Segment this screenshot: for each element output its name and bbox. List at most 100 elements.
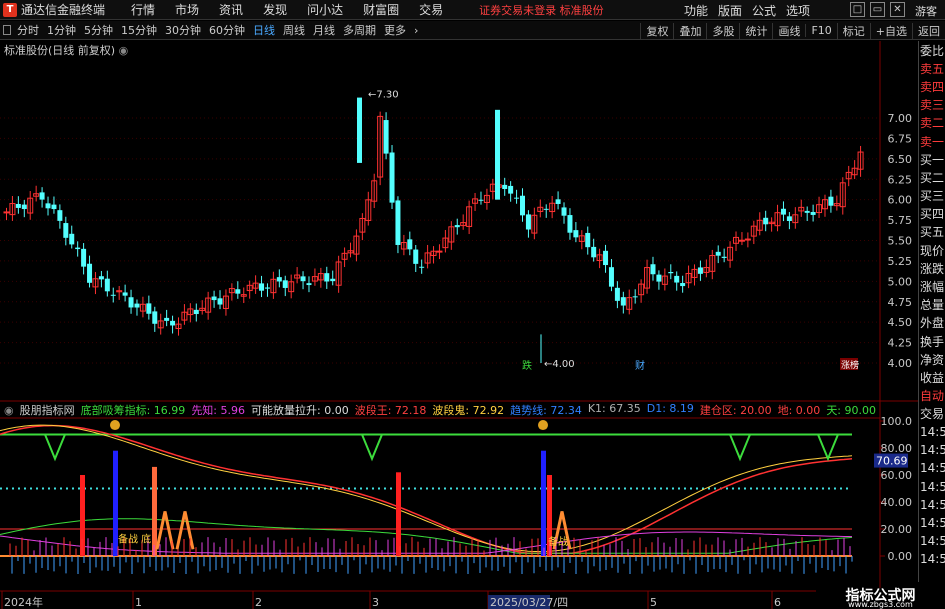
sidebar-item[interactable]: 14:56	[919, 514, 945, 532]
sidebar-item[interactable]: 14:56	[919, 550, 945, 568]
sidebar-item[interactable]: 收益	[919, 368, 945, 386]
minimize-window-icon[interactable]: ▭	[870, 2, 885, 17]
period-timeshare[interactable]: 分时	[13, 22, 43, 38]
candle-body	[738, 239, 745, 242]
menu-discover[interactable]: 发现	[253, 1, 297, 18]
sidebar-item[interactable]: 14:56	[919, 532, 945, 550]
price-tick-label: 6.25	[888, 173, 913, 186]
candle-body	[436, 250, 443, 253]
back-button[interactable]: 返回	[912, 22, 945, 39]
menu-options[interactable]: 选项	[781, 2, 815, 19]
indicator-name[interactable]: 股朋指标网	[20, 402, 75, 418]
sidebar-item[interactable]: 外盘	[919, 314, 945, 332]
sidebar-item[interactable]: 净资	[919, 350, 945, 368]
sidebar-item[interactable]: 卖五	[919, 59, 945, 77]
restore-window-icon[interactable]: □	[850, 2, 865, 17]
f10-button[interactable]: F10	[805, 24, 836, 37]
sidebar-item[interactable]: 买三	[919, 187, 945, 205]
mark-button[interactable]: 标记	[836, 22, 870, 39]
candle-body	[81, 248, 87, 267]
overlay-button[interactable]: 叠加	[673, 22, 706, 39]
period-monthly[interactable]: 月线	[309, 22, 339, 38]
candle-body	[656, 274, 662, 282]
menu-formula[interactable]: 公式	[747, 2, 781, 19]
menu-market[interactable]: 市场	[165, 1, 209, 18]
sidebar-item[interactable]: 总量	[919, 296, 945, 314]
candle-body	[555, 199, 561, 204]
draw-line-button[interactable]: 画线	[772, 22, 805, 39]
guest-user[interactable]: 游客	[915, 3, 937, 19]
candle-body	[146, 303, 152, 314]
candle-body	[508, 185, 514, 194]
candle-body	[211, 296, 217, 301]
sidebar-item[interactable]: 涨幅	[919, 277, 945, 295]
sidebar-item[interactable]: 自动	[919, 387, 945, 405]
menu-quotes[interactable]: 行情	[121, 1, 165, 18]
sidebar-item[interactable]: 卖二	[919, 114, 945, 132]
chart-title-text: 标准股份(日线 前复权)	[4, 44, 116, 57]
date-label: 5	[650, 596, 657, 609]
login-notice[interactable]: 证券交易未登录 标准股份	[479, 2, 604, 18]
sidebar-item[interactable]: 现价	[919, 241, 945, 259]
candle-body	[39, 192, 45, 200]
menu-layout[interactable]: 版面	[713, 2, 747, 19]
price-tick-label: 4.25	[888, 337, 913, 350]
period-30min[interactable]: 30分钟	[161, 22, 205, 38]
menu-trade[interactable]: 交易	[409, 1, 453, 18]
marker-finance: 财	[635, 359, 645, 372]
sidebar-item[interactable]: 换手	[919, 332, 945, 350]
sidebar-item[interactable]: 14:56	[919, 478, 945, 496]
sidebar-item[interactable]: 买四	[919, 205, 945, 223]
sidebar-item[interactable]: 14:56	[919, 459, 945, 477]
panel-toggle-icon[interactable]	[3, 25, 11, 35]
period-weekly[interactable]: 周线	[279, 22, 309, 38]
candle-body	[525, 214, 531, 230]
period-1min[interactable]: 1分钟	[43, 22, 80, 38]
stats-button[interactable]: 统计	[739, 22, 772, 39]
date-label: 2024年	[4, 595, 43, 609]
adjust-button[interactable]: 复权	[640, 22, 673, 39]
sidebar-item[interactable]: 委比	[919, 41, 945, 59]
sidebar-item[interactable]: 卖三	[919, 96, 945, 114]
sidebar-item[interactable]: 买五	[919, 223, 945, 241]
sidebar-item[interactable]: 14:56	[919, 496, 945, 514]
sidebar-item[interactable]: 买二	[919, 168, 945, 186]
menu-wealth[interactable]: 财富圈	[353, 1, 409, 18]
sidebar-item[interactable]: 买一	[919, 150, 945, 168]
indicator-value-0: 底部吸筹指标: 16.99	[80, 404, 186, 417]
period-15min[interactable]: 15分钟	[117, 22, 161, 38]
settings-circle-icon[interactable]: ◉	[119, 44, 129, 57]
candle-body	[543, 208, 549, 210]
menu-news[interactable]: 资讯	[209, 1, 253, 18]
ind-tick-label: 20.00	[881, 523, 913, 536]
low-price-label: ←4.00	[544, 359, 575, 370]
candle-body	[561, 207, 567, 216]
candle-body	[264, 287, 270, 289]
indicator-toggle-icon[interactable]: ◉	[4, 404, 14, 417]
chevron-right-icon[interactable]: ›	[410, 24, 422, 37]
sidebar-item[interactable]: 14:56	[919, 423, 945, 441]
candle-body	[15, 203, 21, 208]
candle-body	[75, 247, 81, 250]
sky-dip	[361, 434, 383, 462]
sidebar-item[interactable]: 交易	[919, 405, 945, 423]
menu-function[interactable]: 功能	[679, 2, 713, 19]
multi-stock-button[interactable]: 多股	[706, 22, 739, 39]
period-5min[interactable]: 5分钟	[80, 22, 117, 38]
add-watchlist-button[interactable]: +自选	[869, 22, 912, 39]
candle-body	[395, 200, 401, 245]
sidebar-item[interactable]: 卖四	[919, 77, 945, 95]
period-daily[interactable]: 日线	[249, 22, 279, 38]
close-window-icon[interactable]: ✕	[890, 2, 905, 17]
sidebar-item[interactable]: 涨跌	[919, 259, 945, 277]
period-more[interactable]: 更多	[380, 22, 410, 38]
chart-canvas[interactable]: 7.00 6.75 6.50 6.25 6.00 5.75 5.50 5.25 5.00 4.75…	[0, 41, 918, 609]
sidebar-item[interactable]: 14:56	[919, 441, 945, 459]
candle-body	[828, 196, 834, 206]
menu-ask[interactable]: 问小达	[297, 1, 353, 18]
buy-signal-label: 备战 底	[118, 533, 151, 546]
period-multi[interactable]: 多周期	[339, 22, 380, 38]
candle-body	[697, 267, 703, 274]
period-60min[interactable]: 60分钟	[205, 22, 249, 38]
sidebar-item[interactable]: 卖一	[919, 132, 945, 150]
